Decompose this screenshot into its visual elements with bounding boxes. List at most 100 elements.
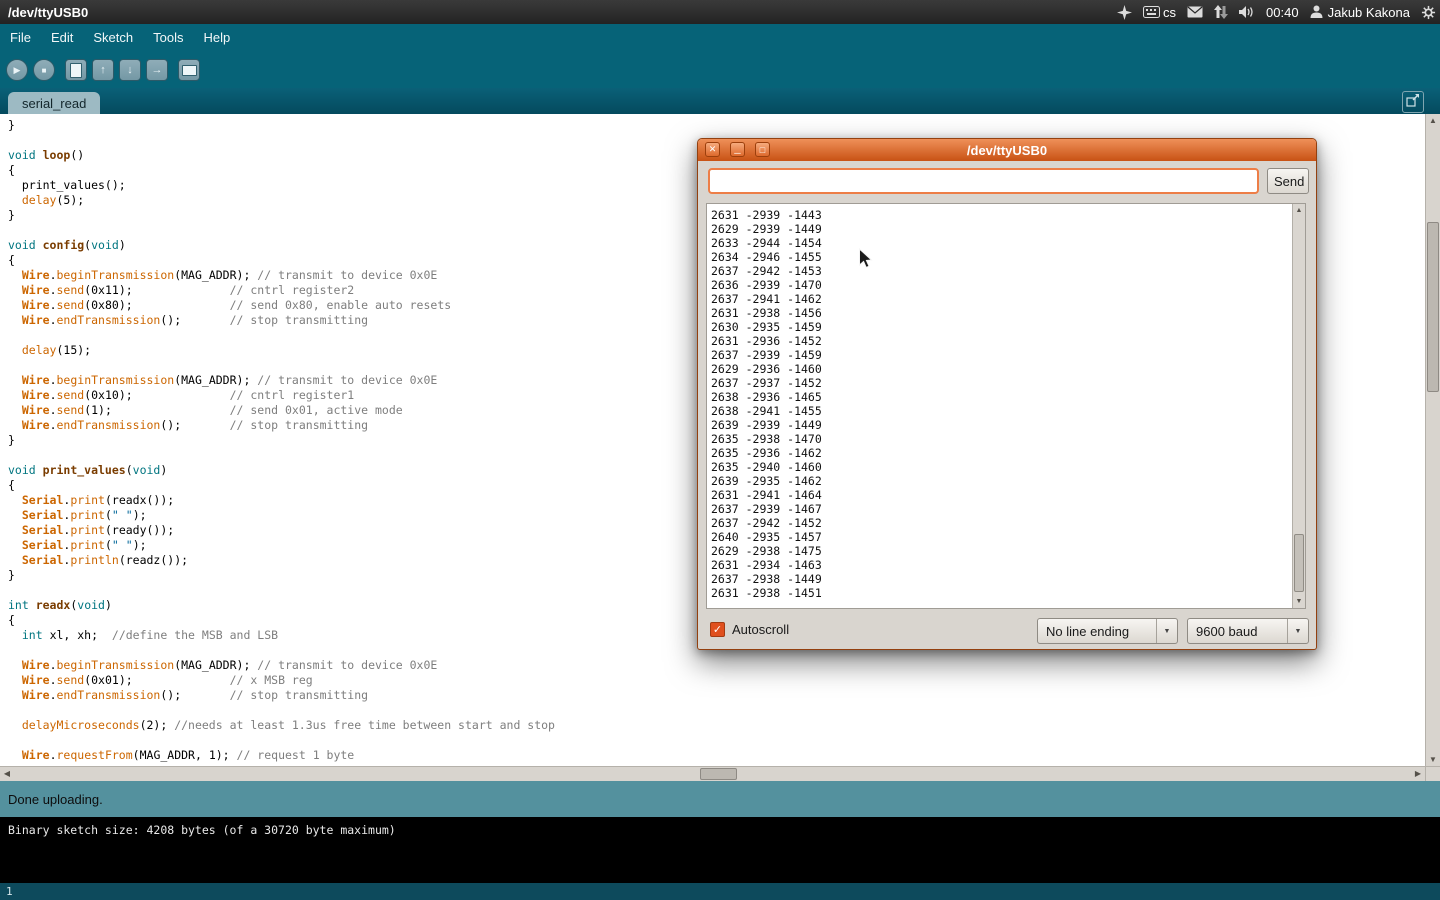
chevron-down-icon: ▼ [1287,619,1308,643]
user-name: Jakub Kakona [1328,5,1410,20]
menubar: File Edit Sketch Tools Help [0,24,1440,52]
serial-row: 2639 -2935 -1462 [711,474,1292,488]
vertical-scroll-thumb[interactable] [1427,222,1439,392]
scroll-up-icon[interactable]: ▲ [1426,114,1440,127]
console-text: Binary sketch size: 4208 bytes (of a 307… [8,823,1432,837]
serial-window-title: /dev/ttyUSB0 [698,143,1316,158]
network-transfer-icon[interactable] [1214,5,1228,19]
mail-icon[interactable] [1187,6,1203,18]
menu-edit[interactable]: Edit [41,24,83,52]
line-ending-value: No line ending [1038,624,1156,639]
gear-icon[interactable] [1421,5,1436,20]
top-panel: /dev/ttyUSB0 cs 00:40 [0,0,1440,24]
star-icon[interactable] [1117,5,1132,20]
close-icon: ✕ [709,144,717,155]
serial-output-scrollbar[interactable]: ▲ ▼ [1292,204,1305,608]
maximize-button[interactable]: □ [755,142,770,157]
menu-sketch[interactable]: Sketch [83,24,143,52]
serial-row: 2634 -2946 -1455 [711,250,1292,264]
keyboard-icon [1143,6,1160,18]
code-line [8,703,1425,718]
serial-row: 2637 -2941 -1462 [711,292,1292,306]
code-line: } [8,118,1425,133]
serial-output[interactable]: 2631 -2939 -14432629 -2939 -14492633 -29… [706,203,1306,609]
chevron-down-icon: ▼ [1156,619,1177,643]
check-icon: ✓ [713,623,722,636]
serial-scroll-thumb[interactable] [1294,534,1304,592]
user-icon [1310,5,1323,19]
serial-row: 2637 -2938 -1449 [711,572,1292,586]
ide-statusbar: Done uploading. [0,781,1440,817]
serial-row: 2635 -2940 -1460 [711,460,1292,474]
baud-rate-select[interactable]: 9600 baud ▼ [1187,618,1309,644]
menu-help[interactable]: Help [193,24,240,52]
code-line: Wire.endTransmission(); // stop transmit… [8,688,1425,703]
autoscroll-label: Autoscroll [732,622,789,637]
serial-row: 2636 -2939 -1470 [711,278,1292,292]
scroll-left-icon[interactable]: ◀ [0,767,14,781]
clock[interactable]: 00:40 [1266,5,1299,20]
open-sketch-button[interactable]: ↑ [92,59,114,81]
send-button[interactable]: Send [1267,168,1309,194]
minimize-icon: ─ [734,150,740,156]
serial-row: 2637 -2937 -1452 [711,376,1292,390]
code-line: Wire.send(0x01); // x MSB reg [8,673,1425,688]
serial-row: 2631 -2939 -1443 [711,208,1292,222]
mouse-cursor [858,248,874,270]
scrollbar-corner [1425,766,1440,781]
line-ending-select[interactable]: No line ending ▼ [1037,618,1178,644]
serial-row: 2631 -2934 -1463 [711,558,1292,572]
user-menu[interactable]: Jakub Kakona [1310,5,1410,20]
menu-file[interactable]: File [0,24,41,52]
new-file-icon [70,63,82,78]
maximize-icon: □ [760,145,765,155]
autoscroll-checkbox[interactable]: ✓ [710,622,725,637]
editor-vertical-scrollbar[interactable]: ▲ ▼ [1425,114,1440,766]
tabbar: serial_read [0,88,1440,114]
baud-rate-value: 9600 baud [1188,624,1287,639]
serial-row: 2637 -2942 -1453 [711,264,1292,278]
screen: /dev/ttyUSB0 cs 00:40 [0,0,1440,900]
serial-row: 2630 -2935 -1459 [711,320,1292,334]
tab-menu-icon [1406,93,1420,112]
ide-console: Binary sketch size: 4208 bytes (of a 307… [0,817,1440,883]
upload-button[interactable]: → [146,59,168,81]
line-number-strip: 1 [0,883,1440,900]
stop-button[interactable]: ■ [33,59,55,81]
close-button[interactable]: ✕ [705,142,720,157]
serial-row: 2637 -2939 -1459 [711,348,1292,362]
play-icon: ▶ [14,65,21,76]
status-message: Done uploading. [8,792,103,807]
tab-menu-button[interactable] [1402,91,1424,113]
save-sketch-button[interactable]: ↓ [119,59,141,81]
serial-send-input[interactable] [708,168,1259,194]
horizontal-scroll-thumb[interactable] [700,768,737,780]
window-controls: ✕ ─ □ [705,142,770,157]
tab-serial-read[interactable]: serial_read [8,92,100,114]
scroll-right-icon[interactable]: ▶ [1411,767,1425,781]
menu-tools[interactable]: Tools [143,24,193,52]
code-line: Wire.beginTransmission(MAG_ADDR); // tra… [8,658,1425,673]
serial-monitor-button[interactable] [178,59,200,81]
scroll-up-icon[interactable]: ▲ [1293,204,1305,217]
verify-button[interactable]: ▶ [6,59,28,81]
serial-row: 2637 -2939 -1467 [711,502,1292,516]
current-line-number: 1 [6,885,13,898]
volume-icon[interactable] [1239,5,1255,19]
code-line [8,733,1425,748]
minimize-button[interactable]: ─ [730,142,745,157]
serial-monitor-icon [182,65,197,76]
scroll-down-icon[interactable]: ▼ [1426,753,1440,766]
serial-row: 2640 -2935 -1457 [711,530,1292,544]
serial-row: 2629 -2939 -1449 [711,222,1292,236]
editor-horizontal-scrollbar[interactable]: ◀ ▶ [0,766,1425,781]
serial-window-titlebar[interactable]: /dev/ttyUSB0 ✕ ─ □ [698,139,1316,161]
system-tray: cs 00:40 Jakub Kakona [1117,0,1436,24]
tab-label: serial_read [22,96,86,111]
scroll-down-icon[interactable]: ▼ [1293,595,1305,608]
serial-monitor-window: /dev/ttyUSB0 ✕ ─ □ Send 2631 -2939 -1443… [697,138,1317,650]
new-sketch-button[interactable] [65,59,87,81]
keyboard-layout-indicator[interactable]: cs [1143,5,1176,20]
serial-row: 2631 -2938 -1451 [711,586,1292,600]
down-arrow-icon: ↓ [127,64,133,76]
